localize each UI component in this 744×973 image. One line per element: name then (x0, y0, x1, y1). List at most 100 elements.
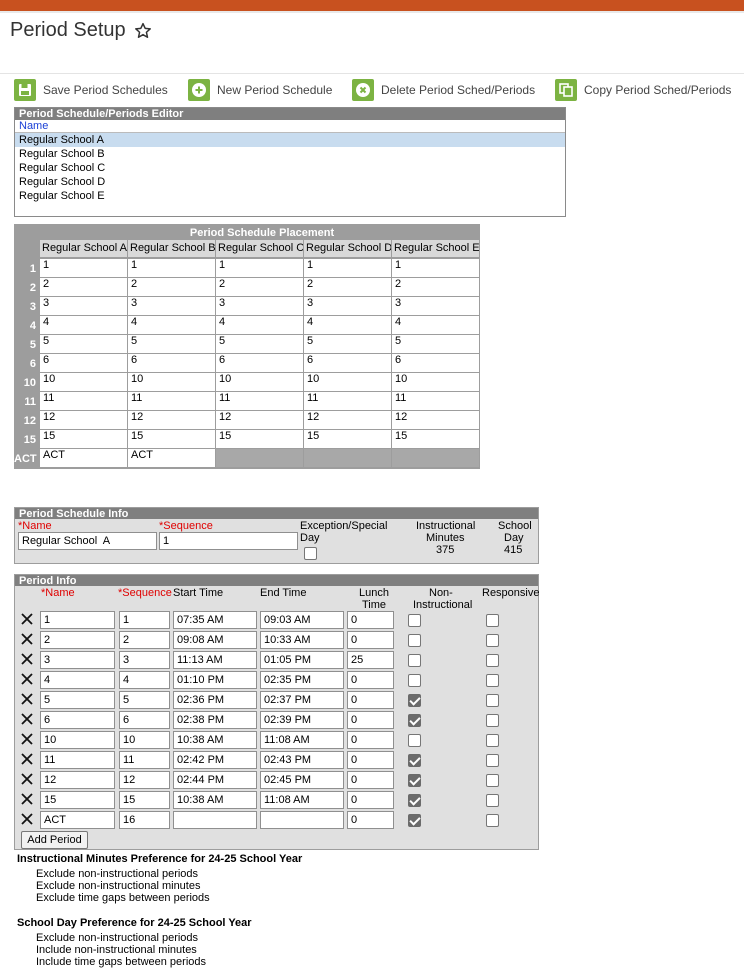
placement-cell[interactable]: 2 (216, 278, 304, 296)
start-time-input[interactable] (173, 671, 257, 689)
delete-period-icon[interactable] (21, 713, 33, 725)
placement-cell[interactable]: 4 (40, 316, 128, 334)
delete-period-sched-button[interactable]: Delete Period Sched/Periods (352, 78, 535, 102)
responsive-checkbox[interactable] (486, 714, 499, 727)
lunch-time-input[interactable] (347, 631, 394, 649)
start-time-input[interactable] (173, 611, 257, 629)
period-sequence-input[interactable] (119, 631, 170, 649)
placement-cell[interactable]: 3 (216, 297, 304, 315)
end-time-input[interactable] (260, 691, 344, 709)
end-time-input[interactable] (260, 771, 344, 789)
non-instructional-checkbox[interactable] (408, 614, 421, 627)
placement-cell[interactable]: 5 (304, 335, 392, 353)
responsive-checkbox[interactable] (486, 774, 499, 787)
placement-cell[interactable]: 5 (216, 335, 304, 353)
delete-period-icon[interactable] (21, 793, 33, 805)
lunch-time-input[interactable] (347, 651, 394, 669)
period-name-input[interactable] (40, 631, 115, 649)
end-time-input[interactable] (260, 811, 344, 829)
period-sequence-input[interactable] (119, 671, 170, 689)
start-time-input[interactable] (173, 731, 257, 749)
schedule-sequence-input[interactable] (159, 532, 298, 550)
period-name-input[interactable] (40, 811, 115, 829)
period-sequence-input[interactable] (119, 791, 170, 809)
responsive-checkbox[interactable] (486, 734, 499, 747)
placement-cell[interactable]: 1 (216, 259, 304, 277)
period-name-input[interactable] (40, 731, 115, 749)
start-time-input[interactable] (173, 771, 257, 789)
placement-cell[interactable]: 5 (128, 335, 216, 353)
delete-period-icon[interactable] (21, 693, 33, 705)
placement-cell[interactable]: 12 (304, 411, 392, 429)
period-sequence-input[interactable] (119, 731, 170, 749)
placement-cell[interactable]: 12 (392, 411, 480, 429)
placement-cell[interactable]: 11 (216, 392, 304, 410)
placement-cell[interactable]: 3 (392, 297, 480, 315)
lunch-time-input[interactable] (347, 771, 394, 789)
editor-row[interactable]: Regular School D (15, 175, 565, 189)
non-instructional-checkbox[interactable] (408, 794, 421, 807)
placement-cell[interactable]: 2 (304, 278, 392, 296)
period-sequence-input[interactable] (119, 691, 170, 709)
placement-cell[interactable]: 12 (40, 411, 128, 429)
end-time-input[interactable] (260, 631, 344, 649)
placement-cell[interactable]: 15 (40, 430, 128, 448)
delete-period-icon[interactable] (21, 773, 33, 785)
delete-period-icon[interactable] (21, 613, 33, 625)
placement-cell[interactable] (216, 449, 304, 467)
period-sequence-input[interactable] (119, 771, 170, 789)
placement-cell[interactable]: 6 (128, 354, 216, 372)
favorite-star-icon[interactable] (133, 21, 153, 41)
placement-cell[interactable] (304, 449, 392, 467)
period-sequence-input[interactable] (119, 811, 170, 829)
placement-cell[interactable]: 2 (128, 278, 216, 296)
placement-cell[interactable]: 11 (392, 392, 480, 410)
placement-cell[interactable]: 1 (304, 259, 392, 277)
non-instructional-checkbox[interactable] (408, 814, 421, 827)
placement-cell[interactable]: 10 (392, 373, 480, 391)
add-period-button[interactable]: Add Period (21, 831, 88, 849)
placement-cell[interactable]: 2 (392, 278, 480, 296)
start-time-input[interactable] (173, 791, 257, 809)
responsive-checkbox[interactable] (486, 634, 499, 647)
schedule-name-input[interactable] (18, 532, 157, 550)
non-instructional-checkbox[interactable] (408, 734, 421, 747)
placement-cell[interactable]: 12 (216, 411, 304, 429)
placement-cell[interactable]: 11 (304, 392, 392, 410)
lunch-time-input[interactable] (347, 671, 394, 689)
save-period-schedules-button[interactable]: Save Period Schedules (14, 78, 168, 102)
non-instructional-checkbox[interactable] (408, 654, 421, 667)
placement-cell[interactable]: 3 (128, 297, 216, 315)
period-name-input[interactable] (40, 611, 115, 629)
responsive-checkbox[interactable] (486, 654, 499, 667)
placement-cell[interactable]: 15 (392, 430, 480, 448)
lunch-time-input[interactable] (347, 691, 394, 709)
placement-cell[interactable]: 12 (128, 411, 216, 429)
placement-cell[interactable]: 15 (304, 430, 392, 448)
editor-row[interactable]: Regular School E (15, 189, 565, 203)
exception-special-day-checkbox[interactable] (304, 547, 317, 560)
start-time-input[interactable] (173, 811, 257, 829)
editor-row[interactable]: Regular School C (15, 161, 565, 175)
placement-cell[interactable]: 1 (392, 259, 480, 277)
placement-cell[interactable]: 6 (304, 354, 392, 372)
placement-cell[interactable]: 6 (392, 354, 480, 372)
non-instructional-checkbox[interactable] (408, 634, 421, 647)
end-time-input[interactable] (260, 711, 344, 729)
period-sequence-input[interactable] (119, 751, 170, 769)
lunch-time-input[interactable] (347, 731, 394, 749)
lunch-time-input[interactable] (347, 751, 394, 769)
non-instructional-checkbox[interactable] (408, 694, 421, 707)
responsive-checkbox[interactable] (486, 614, 499, 627)
lunch-time-input[interactable] (347, 711, 394, 729)
non-instructional-checkbox[interactable] (408, 774, 421, 787)
period-name-input[interactable] (40, 751, 115, 769)
period-sequence-input[interactable] (119, 711, 170, 729)
new-period-schedule-button[interactable]: New Period Schedule (188, 78, 332, 102)
period-name-input[interactable] (40, 651, 115, 669)
non-instructional-checkbox[interactable] (408, 714, 421, 727)
non-instructional-checkbox[interactable] (408, 674, 421, 687)
placement-cell[interactable]: 15 (216, 430, 304, 448)
placement-cell[interactable]: 10 (304, 373, 392, 391)
period-sequence-input[interactable] (119, 611, 170, 629)
